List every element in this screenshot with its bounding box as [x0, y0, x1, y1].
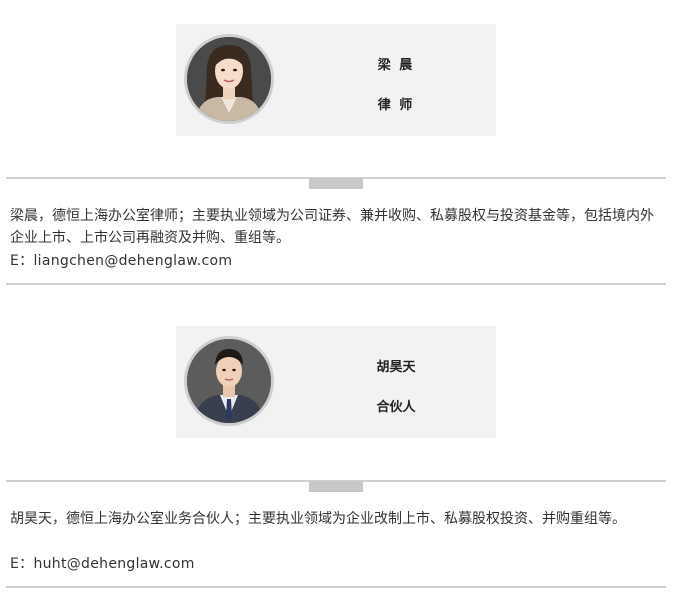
- divider-tab: [309, 178, 363, 189]
- person-title: 合伙人: [376, 400, 416, 415]
- person-email: E：liangchen@dehenglaw.com: [10, 253, 233, 269]
- name-area: 胡昊天 合伙人: [326, 326, 466, 438]
- divider: [6, 586, 666, 588]
- profile-card: 胡昊天 合伙人: [176, 326, 496, 438]
- divider-tab: [309, 481, 363, 492]
- profile-card: 梁 晨 律 师: [176, 24, 496, 136]
- person-bio: 梁晨，德恒上海办公室律师；主要执业领域为公司证券、兼并收购、私募股权与投资基金等…: [10, 208, 654, 246]
- person-bio: 胡昊天，德恒上海办公室业务合伙人；主要执业领域为企业改制上市、私募股权投资、并购…: [10, 511, 626, 527]
- person-title: 律 师: [377, 98, 415, 113]
- male-portrait-icon: [184, 336, 274, 426]
- name-area: 梁 晨 律 师: [326, 24, 466, 136]
- female-portrait-icon: [184, 34, 274, 124]
- divider: [6, 283, 666, 285]
- person-name: 胡昊天: [376, 360, 416, 375]
- person-email: E：huht@dehenglaw.com: [10, 556, 195, 572]
- person-name: 梁 晨: [377, 58, 415, 73]
